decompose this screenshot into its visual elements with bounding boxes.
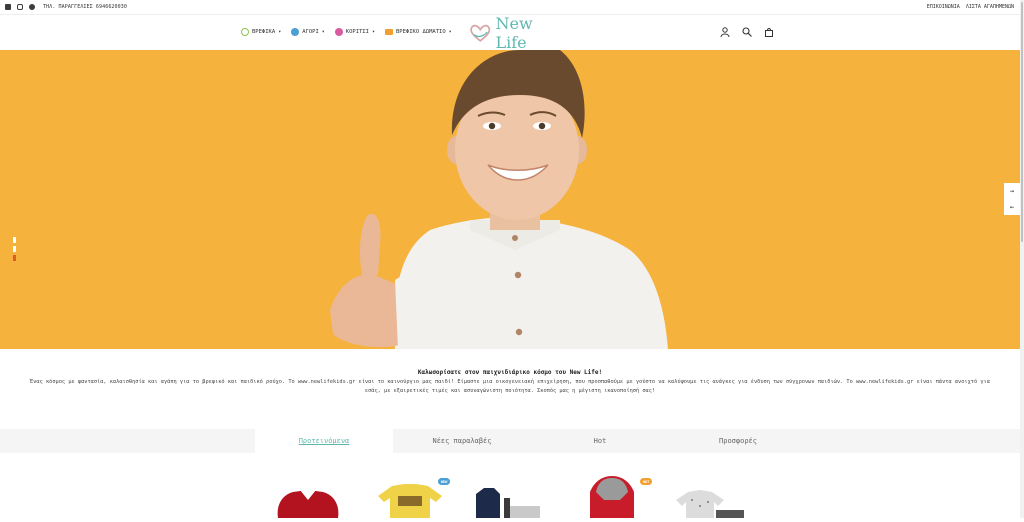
scrollbar-thumb[interactable] — [1021, 2, 1023, 242]
arrow-right-icon[interactable]: → — [1010, 187, 1014, 195]
tab-hot[interactable]: Hot — [531, 429, 669, 453]
nav-item-girl[interactable]: ΚΟΡΙΤΣΙ ▾ — [334, 28, 375, 36]
main-nav: ΒΡΕΦΙΚΑ ▾ ΑΓΟΡΙ ▾ ΚΟΡΙΤΣΙ ▾ ΒΡΕΦΙΚΟ ΔΩΜΑ… — [241, 14, 452, 50]
baby-icon — [241, 28, 249, 36]
chevron-down-icon: ▾ — [321, 29, 325, 35]
arrow-left-icon[interactable]: ← — [1010, 203, 1014, 211]
product-card[interactable] — [268, 470, 348, 518]
search-icon[interactable] — [742, 27, 752, 37]
slider-dot[interactable] — [13, 237, 16, 243]
slider-dots — [13, 237, 16, 261]
facebook-icon[interactable] — [5, 4, 11, 10]
product-image — [476, 488, 540, 518]
nav-label: ΒΡΕΦΙΚΟ ΔΩΜΑΤΙΟ — [395, 29, 446, 35]
phone-icon — [29, 4, 35, 10]
heart-logo-icon — [470, 24, 491, 42]
hero-slider[interactable] — [0, 50, 1020, 349]
tab-new-arrivals[interactable]: Νέες παραλαβές — [393, 429, 531, 453]
tab-featured[interactable]: Προτεινόμενα — [255, 429, 393, 453]
contact-link[interactable]: ΕΠΙΚΟΙΝΩΝΙΑ — [927, 4, 960, 10]
product-card[interactable]: NEW — [370, 470, 450, 518]
logo-text: New Life — [495, 14, 533, 52]
slider-arrows: → ← — [1004, 183, 1020, 215]
instagram-icon[interactable] — [17, 4, 23, 10]
nav-item-nursery[interactable]: ΒΡΕΦΙΚΟ ΔΩΜΑΤΙΟ ▾ — [384, 29, 452, 35]
product-image — [590, 476, 634, 518]
chevron-down-icon: ▾ — [448, 29, 452, 35]
site-logo[interactable]: New Life — [469, 14, 559, 52]
top-bar: ΤΗΛ. ΠΑΡΑΓΓΕΛΙΕΣ 6946620030 ΕΠΙΚΟΙΝΩΝΙΑ … — [0, 0, 1020, 15]
tab-offers[interactable]: Προσφορές — [669, 429, 807, 453]
social-links: ΤΗΛ. ΠΑΡΑΓΓΕΛΙΕΣ 6946620030 — [5, 4, 127, 10]
wishlist-link[interactable]: ΛΙΣΤΑ ΑΓΑΠΗΜΕΝΩΝ — [966, 4, 1014, 10]
nav-label: ΚΟΡΙΤΣΙ — [345, 29, 369, 35]
page-scrollbar[interactable] — [1020, 0, 1024, 518]
nav-label: ΑΓΟΡΙ — [302, 29, 319, 35]
product-grid: NEW HOT — [0, 470, 1020, 518]
header-icons — [720, 14, 774, 50]
account-icon[interactable] — [720, 27, 730, 37]
welcome-title: Καλωσορίσατε στον παιχνιδιάρικο κόσμο το… — [417, 369, 603, 376]
product-image — [378, 484, 442, 518]
nav-item-boy[interactable]: ΑΓΟΡΙ ▾ — [291, 28, 325, 36]
chevron-down-icon: ▾ — [278, 29, 282, 35]
product-card[interactable]: HOT — [572, 470, 652, 518]
welcome-section: Καλωσορίσατε στον παιχνιδιάρικο κόσμο το… — [0, 369, 1020, 396]
product-tabs-bar: Προτεινόμενα Νέες παραλαβές Hot Προσφορέ… — [0, 429, 1020, 453]
crib-icon — [384, 29, 393, 35]
slider-dot-active[interactable] — [13, 255, 16, 261]
product-card[interactable] — [470, 470, 550, 518]
product-image — [676, 490, 744, 518]
product-card[interactable] — [670, 470, 750, 518]
girl-icon — [334, 28, 343, 36]
nav-item-baby[interactable]: ΒΡΕΦΙΚΑ ▾ — [241, 28, 281, 36]
hot-badge: HOT — [640, 478, 652, 485]
product-tabs: Προτεινόμενα Νέες παραλαβές Hot Προσφορέ… — [255, 429, 807, 453]
order-phone: ΤΗΛ. ΠΑΡΑΓΓΕΛΙΕΣ 6946620030 — [43, 4, 127, 10]
slider-dot[interactable] — [13, 246, 16, 252]
hero-image — [330, 50, 668, 349]
new-badge: NEW — [438, 478, 450, 485]
top-links: ΕΠΙΚΟΙΝΩΝΙΑ ΛΙΣΤΑ ΑΓΑΠΗΜΕΝΩΝ — [927, 0, 1014, 14]
product-image — [277, 490, 339, 518]
chevron-down-icon: ▾ — [371, 29, 375, 35]
cart-icon[interactable] — [764, 27, 774, 37]
welcome-text: Ένας κόσμος με φαντασία, καλαισθησία και… — [30, 379, 990, 394]
boy-icon — [291, 28, 300, 36]
nav-label: ΒΡΕΦΙΚΑ — [252, 29, 276, 35]
main-header: ΒΡΕΦΙΚΑ ▾ ΑΓΟΡΙ ▾ ΚΟΡΙΤΣΙ ▾ ΒΡΕΦΙΚΟ ΔΩΜΑ… — [0, 14, 1020, 52]
